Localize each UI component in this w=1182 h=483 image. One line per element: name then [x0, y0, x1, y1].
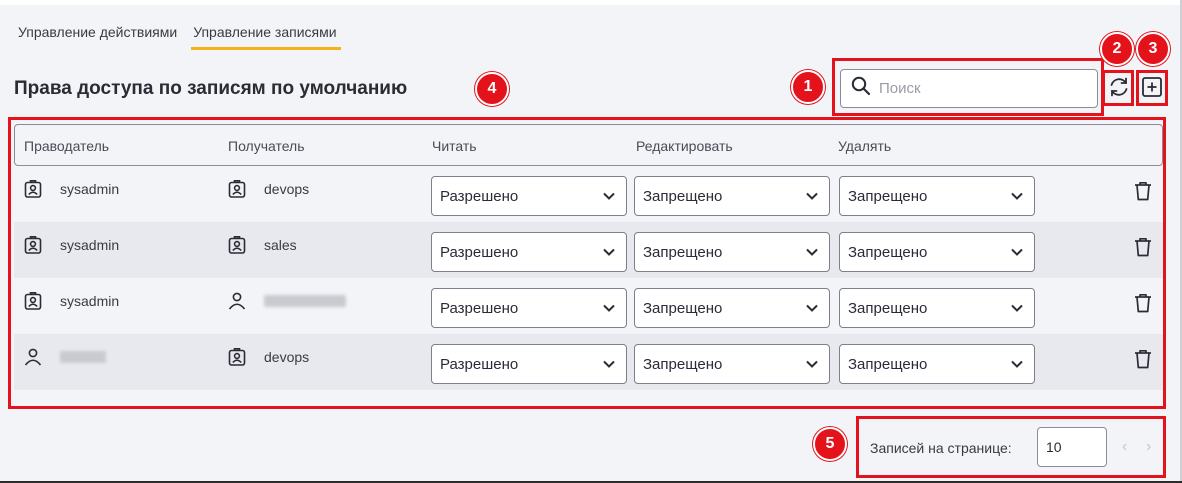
tab-record-management[interactable]: Управление записями	[191, 22, 341, 50]
tab-bar: Управление действиями Управление записям…	[18, 22, 355, 50]
annotation-box-pagination	[856, 416, 1166, 478]
annotation-box-add	[1136, 70, 1168, 106]
annotation-box-table	[8, 117, 1166, 409]
top-strip	[0, 0, 1182, 5]
annotation-badge-1: 1	[791, 70, 825, 104]
page-title: Права доступа по записям по умолчанию	[14, 78, 408, 99]
annotation-badge-4: 4	[475, 72, 509, 106]
annotation-badge-5: 5	[813, 427, 847, 461]
annotation-badge-3: 3	[1136, 32, 1170, 66]
tab-action-management[interactable]: Управление действиями	[18, 22, 177, 50]
annotation-box-refresh	[1102, 70, 1134, 106]
annotation-badge-2: 2	[1100, 32, 1134, 66]
annotation-box-search	[832, 58, 1104, 116]
